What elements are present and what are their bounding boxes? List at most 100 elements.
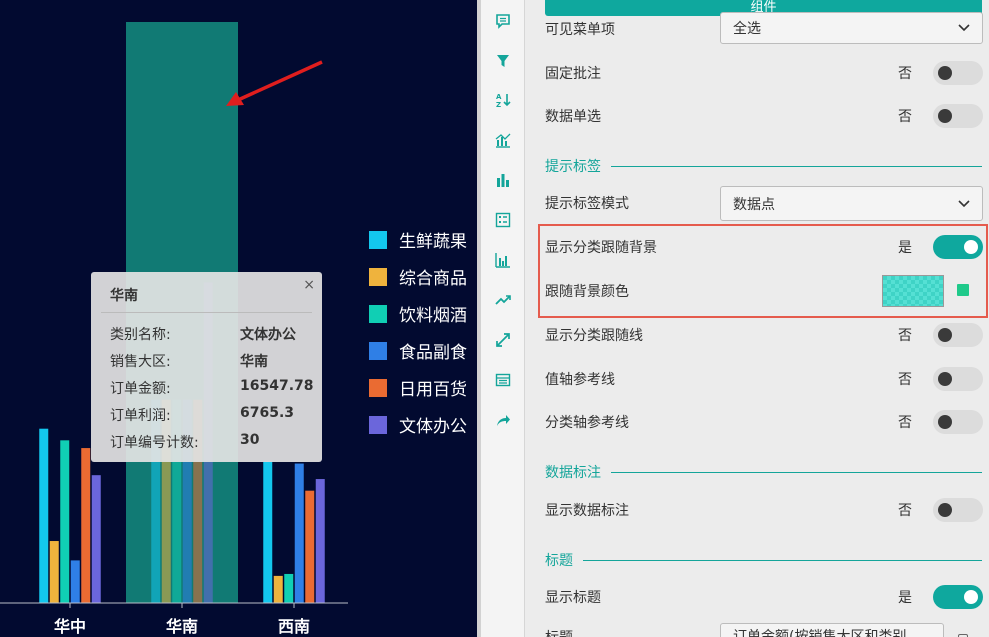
tooltip-value: 华南: [240, 354, 268, 370]
legend-swatch: [369, 230, 387, 249]
divider: [101, 312, 312, 313]
row-label: 可见菜单项: [545, 22, 615, 38]
legend-swatch: [369, 267, 387, 286]
legend-item-daily[interactable]: 日用百货: [369, 369, 467, 406]
row-label: 显示分类跟随线: [545, 328, 643, 344]
share-icon[interactable]: [494, 411, 512, 429]
row-label: 数据单选: [545, 109, 601, 125]
tooltip-title: 华南: [110, 288, 138, 304]
row-label: 标题: [545, 627, 573, 637]
tooltip-key: 订单金额:: [110, 381, 171, 397]
bar: [294, 463, 304, 603]
row-value-axis-reference: 值轴参考线 否: [545, 357, 989, 401]
section-title: 标题: [545, 550, 982, 570]
tooltip-row: 订单利润: 6765.3: [110, 405, 310, 425]
row-label: 显示数据标注: [545, 503, 629, 519]
show-title-toggle[interactable]: [933, 585, 983, 609]
toggle-state-text: 否: [898, 372, 912, 388]
legend-item-food[interactable]: 食品副食: [369, 332, 467, 369]
show-data-label-toggle[interactable]: [933, 498, 983, 522]
legend-label: 日用百货: [399, 380, 467, 400]
trend-line-icon[interactable]: [494, 290, 512, 308]
legend-label: 饮料烟酒: [399, 306, 467, 326]
legend-swatch: [369, 304, 387, 323]
category-axis-reference-toggle[interactable]: [933, 410, 983, 434]
section-title: 提示标签: [545, 156, 611, 176]
legend-swatch: [369, 341, 387, 360]
row-show-data-label: 显示数据标注 否: [545, 488, 989, 532]
title-input[interactable]: 订单金额(按销售大区和类别: [720, 623, 944, 637]
section-title: 标题: [545, 550, 583, 570]
bar: [305, 490, 315, 603]
toggle-knob: [938, 66, 952, 80]
svg-text:A: A: [496, 93, 502, 101]
table-icon[interactable]: [494, 371, 512, 389]
tooltip-key: 类别名称:: [110, 327, 171, 343]
chart-tooltip: 华南 × 类别名称: 文体办公 销售大区: 华南 订单金额: 16547.78 订单利…: [91, 272, 322, 462]
legend-label: 文体办公: [399, 417, 467, 437]
tooltip-value: 16547.78: [240, 378, 314, 394]
tooltip-mode-select[interactable]: 数据点: [720, 186, 983, 221]
row-fixed-annotation: 固定批注 否: [545, 51, 989, 95]
annotation-highlight-box: [538, 224, 988, 318]
bar: [81, 448, 91, 603]
tooltip-key: 销售大区:: [110, 354, 171, 370]
tooltip-value: 6765.3: [240, 405, 295, 421]
x-tick-label: 华中: [54, 617, 86, 636]
close-icon[interactable]: ×: [303, 277, 315, 293]
x-tick-label: 西南: [278, 617, 310, 636]
bar: [70, 560, 80, 603]
svg-text:Z: Z: [496, 101, 501, 108]
toggle-state-text: 否: [898, 503, 912, 519]
legend-item-general[interactable]: 综合商品: [369, 258, 467, 295]
show-category-line-toggle[interactable]: [933, 323, 983, 347]
expand-icon[interactable]: [494, 331, 512, 349]
grouped-bar-icon[interactable]: [494, 251, 512, 269]
section-data-label: 数据标注: [545, 462, 982, 482]
title-input-value: 订单金额(按销售大区和类别: [733, 629, 907, 637]
property-panel: 组件 可见菜单项 全选 固定批注 否 数据单选 否 提示标签 提示标签模式 数据…: [525, 0, 989, 637]
toggle-knob: [938, 109, 952, 123]
row-label: 显示标题: [545, 590, 601, 606]
list-form-icon[interactable]: [494, 211, 512, 229]
toggle-knob: [938, 503, 952, 517]
section-rule: [545, 560, 982, 561]
tooltip-key: 订单利润:: [110, 408, 171, 424]
row-tooltip-mode: 提示标签模式 数据点: [545, 181, 989, 225]
settings-icon-bar: AZ: [481, 0, 525, 637]
fixed-annotation-toggle[interactable]: [933, 61, 983, 85]
bar-chart-icon[interactable]: [494, 171, 512, 189]
toggle-state-text: 否: [898, 328, 912, 344]
bar: [91, 475, 101, 603]
visible-menu-select[interactable]: 全选: [720, 12, 983, 44]
legend-item-drinks[interactable]: 饮料烟酒: [369, 295, 467, 332]
sort-az-icon[interactable]: AZ: [494, 91, 512, 109]
filter-icon[interactable]: [494, 52, 512, 70]
legend-label: 生鲜蔬果: [399, 232, 467, 252]
tooltip-row: 类别名称: 文体办公: [110, 324, 310, 344]
row-label: 分类轴参考线: [545, 415, 629, 431]
row-label: 固定批注: [545, 66, 601, 82]
legend-item-fresh[interactable]: 生鲜蔬果: [369, 221, 467, 258]
combo-chart-icon[interactable]: [494, 131, 512, 149]
legend-label: 综合商品: [399, 269, 467, 289]
data-single-select-toggle[interactable]: [933, 104, 983, 128]
toggle-knob: [964, 590, 978, 604]
bar: [60, 440, 70, 603]
comment-icon[interactable]: [494, 12, 512, 30]
toggle-state-text: 否: [898, 415, 912, 431]
chevron-down-icon: [958, 199, 970, 207]
toggle-state-text: 是: [898, 590, 912, 606]
row-show-title: 显示标题 是: [545, 575, 989, 619]
toggle-knob: [938, 415, 952, 429]
section-title: 数据标注: [545, 462, 611, 482]
tooltip-row: 销售大区: 华南: [110, 351, 310, 371]
legend-swatch: [369, 378, 387, 397]
bar: [273, 575, 283, 603]
legend-item-office[interactable]: 文体办公: [369, 406, 467, 443]
tooltip-key: 订单编号计数:: [110, 435, 199, 451]
toggle-state-text: 否: [898, 66, 912, 82]
annotation-arrow: [237, 60, 323, 102]
value-axis-reference-toggle[interactable]: [933, 367, 983, 391]
legend-swatch: [369, 415, 387, 434]
